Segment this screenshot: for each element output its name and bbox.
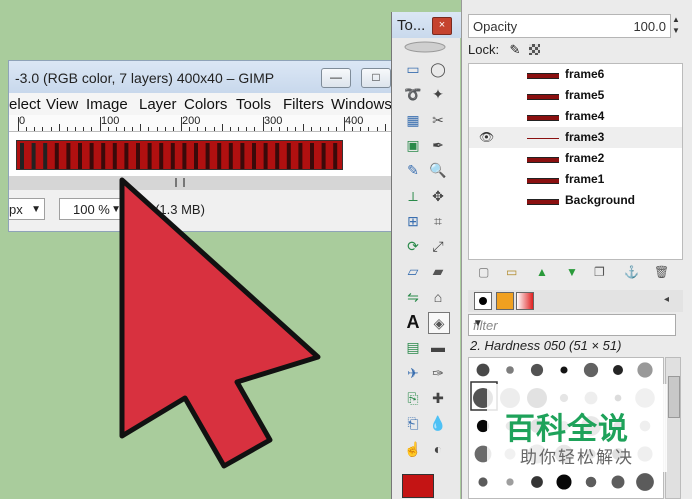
watermark-subtitle: 助你轻松解决 xyxy=(520,448,634,467)
watermark-title: 百科全说 xyxy=(505,413,629,446)
arrow-shape xyxy=(119,177,321,469)
